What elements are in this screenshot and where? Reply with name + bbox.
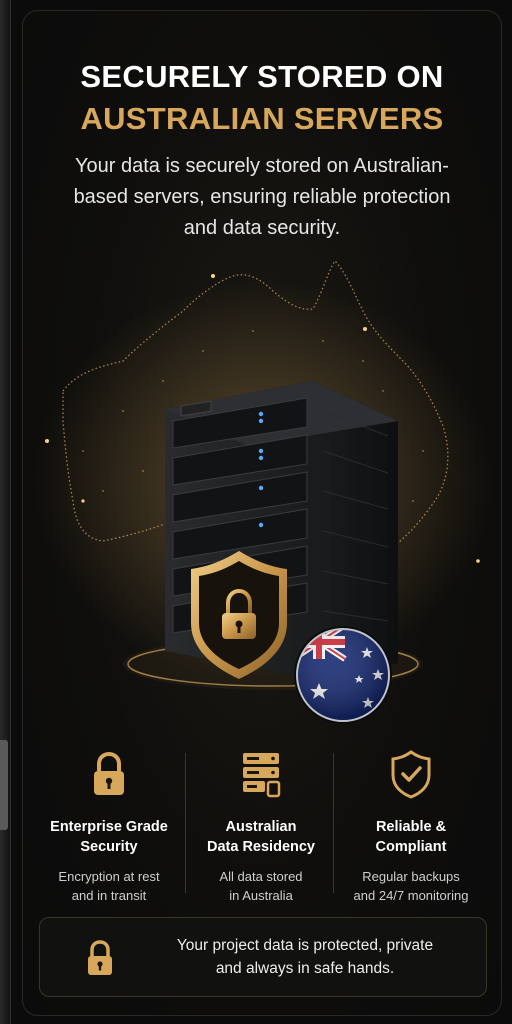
feature-divider (185, 753, 186, 893)
title-line-1: SECURELY STORED ON (80, 59, 444, 94)
feature-compliance-title-1: Reliable & (375, 819, 447, 835)
protection-notice: Your project data is protected, private … (39, 917, 487, 997)
server-stack-icon (243, 753, 281, 798)
hero-illustration (33, 259, 493, 724)
info-card: SECURELY STORED ON AUSTRALIAN SERVERS Yo… (22, 10, 502, 1016)
side-panel-edge (0, 0, 11, 1024)
subtitle: Your data is securely stored on Australi… (73, 155, 451, 239)
feature-divider (333, 753, 334, 893)
feature-security-title-2: Security (80, 839, 138, 855)
feature-security-title-1: Enterprise Grade (50, 819, 168, 835)
feature-residency-desc-1: All data stored (219, 869, 303, 884)
feature-compliance: Reliable & Compliant Regular backups and… (337, 749, 485, 909)
feature-residency-title-2: Data Residency (207, 839, 315, 855)
feature-residency-desc-2: in Australia (229, 888, 293, 903)
feature-compliance-desc-1: Regular backups (362, 869, 460, 884)
features-row: Enterprise Grade Security Encryption at … (23, 739, 501, 909)
feature-security-desc-2: and in transit (71, 888, 147, 903)
feature-data-residency: Australian Data Residency All data store… (187, 749, 335, 909)
side-panel-handle[interactable] (0, 740, 8, 830)
notice-line-1: Your project data is protected, private (176, 937, 434, 954)
shield-check-icon (391, 750, 431, 799)
notice-line-2: and always in safe hands. (215, 960, 395, 977)
padlock-icon (94, 751, 124, 795)
title-line-2: AUSTRALIAN SERVERS (80, 101, 444, 136)
feature-security-desc-1: Encryption at rest (58, 869, 160, 884)
padlock-icon (88, 940, 112, 975)
feature-security: Enterprise Grade Security Encryption at … (35, 749, 183, 909)
feature-compliance-title-2: Compliant (375, 839, 447, 855)
feature-residency-title-1: Australian (225, 819, 297, 835)
feature-compliance-desc-2: and 24/7 monitoring (353, 888, 469, 903)
